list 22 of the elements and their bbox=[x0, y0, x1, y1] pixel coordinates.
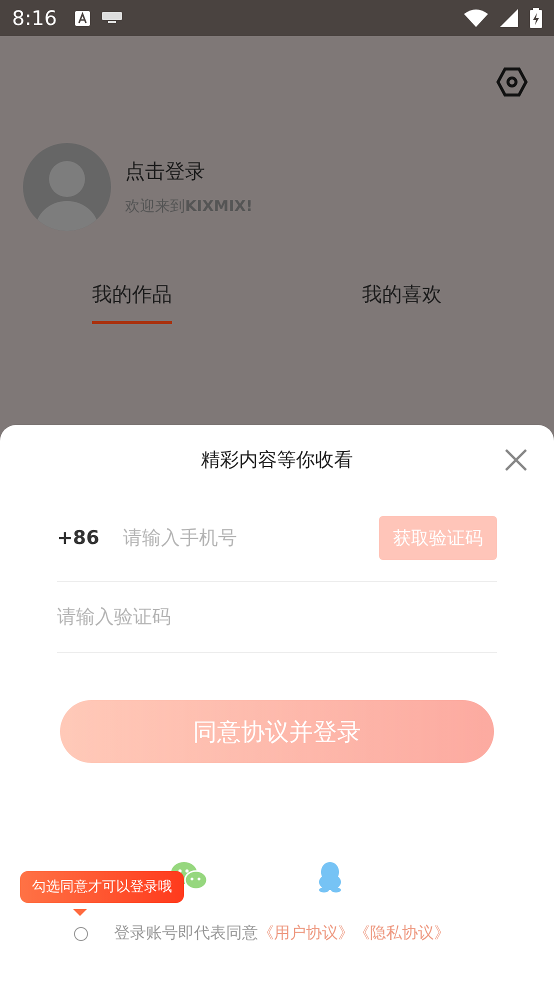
tooltip-pointer bbox=[73, 909, 87, 916]
signal-icon bbox=[500, 9, 518, 27]
wifi-icon bbox=[464, 9, 488, 27]
penguin-icon[interactable] bbox=[316, 861, 344, 893]
tooltip: 勾选同意才可以登录哦 bbox=[20, 871, 184, 903]
login-prompt[interactable]: 点击登录 bbox=[125, 158, 253, 185]
agreement-link[interactable]: 《隐私协议》 bbox=[354, 923, 450, 944]
agree-checkbox[interactable] bbox=[74, 926, 88, 940]
close-icon[interactable] bbox=[504, 448, 528, 472]
tab[interactable]: 我的作品 bbox=[92, 281, 172, 324]
country-code[interactable]: +86 bbox=[57, 527, 123, 549]
text-input-icon bbox=[74, 10, 90, 26]
settings-icon[interactable] bbox=[496, 67, 528, 97]
phone-field[interactable]: 请输入手机号 bbox=[123, 527, 379, 549]
agreement-text: 登录账号即代表同意 bbox=[114, 923, 258, 944]
tab[interactable]: 我的喜欢 bbox=[260, 281, 544, 324]
keyboard-icon bbox=[102, 12, 122, 24]
code-field[interactable]: 请输入验证码 bbox=[57, 606, 497, 628]
battery-icon bbox=[530, 8, 542, 28]
sheet-title: 精彩内容等你收看 bbox=[201, 448, 353, 473]
status-time: 8:16 bbox=[12, 6, 57, 30]
agreement-link[interactable]: 《用户协议》 bbox=[258, 923, 354, 944]
